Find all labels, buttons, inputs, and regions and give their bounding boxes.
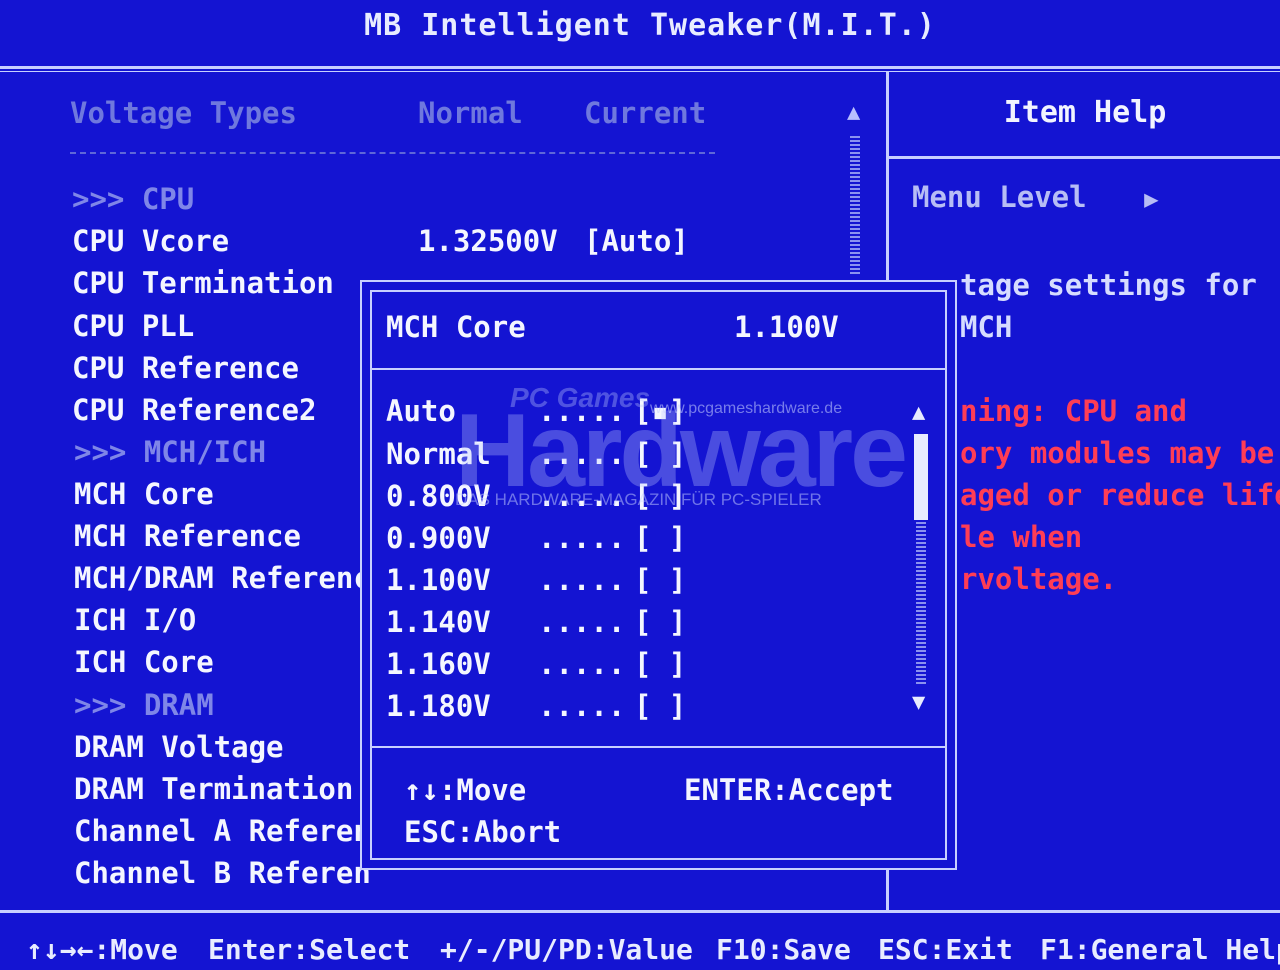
cpu-vcore-current[interactable]: [Auto]	[584, 220, 689, 262]
section-mch-ich: >>> MCH/ICH	[74, 435, 267, 469]
option-dots: .....	[538, 394, 626, 428]
footer-exit: ESC:Exit	[878, 933, 1013, 966]
cpu-vcore-normal: 1.32500V	[418, 224, 558, 258]
item-channel-b-reference[interactable]: Channel B Referen	[74, 852, 371, 894]
popup-help-abort: ESC:Abort	[404, 815, 562, 849]
col-current: Current	[584, 96, 707, 130]
option-dots: .....	[538, 479, 626, 513]
scrollbar-thumb[interactable]	[914, 434, 928, 520]
footer-general-help: F1:General Help	[1040, 933, 1280, 966]
option-mark: [ ]	[634, 521, 687, 555]
footer-move: ↑↓→←:Move	[26, 933, 178, 966]
item-help-title: Item Help	[1003, 95, 1167, 130]
scroll-up-arrow-icon[interactable]: ▲	[912, 400, 925, 425]
header-separator	[70, 152, 715, 154]
warning-line: rvoltage.	[960, 562, 1118, 596]
item-mch-dram-reference[interactable]: MCH/DRAM Referenc	[74, 557, 371, 599]
col-voltage-types: Voltage Types	[70, 96, 297, 130]
item-mch-core[interactable]: MCH Core	[74, 473, 214, 515]
option-mark: [ ]	[634, 647, 687, 681]
popup-title: MCH Core	[386, 310, 526, 344]
footer-select: Enter:Select	[208, 933, 411, 966]
option-mark: [ ]	[634, 479, 687, 513]
option-mark: [ ]	[634, 689, 687, 723]
option-label[interactable]: Normal	[386, 433, 491, 475]
popup-help-accept: ENTER:Accept	[684, 773, 894, 807]
item-ich-core[interactable]: ICH Core	[74, 641, 214, 683]
popup-help-move: ↑↓:Move	[404, 773, 527, 807]
option-dots: .....	[538, 689, 626, 723]
option-label[interactable]: 1.140V	[386, 601, 491, 643]
item-mch-reference[interactable]: MCH Reference	[74, 515, 301, 557]
option-label[interactable]: 0.800V	[386, 475, 491, 517]
option-label[interactable]: 1.160V	[386, 643, 491, 685]
item-cpu-pll[interactable]: CPU PLL	[72, 305, 194, 347]
triangle-right-icon: ▶	[1144, 185, 1159, 213]
option-dots: .....	[538, 647, 626, 681]
item-dram-voltage[interactable]: DRAM Voltage	[74, 726, 284, 768]
popup-title-value: 1.100V	[734, 310, 839, 344]
help-title-divider	[889, 156, 1280, 159]
option-dots: .....	[538, 605, 626, 639]
col-normal: Normal	[418, 96, 523, 130]
item-cpu-termination[interactable]: CPU Termination	[72, 262, 334, 304]
footer-save: F10:Save	[716, 933, 851, 966]
help-text-line: MCH	[960, 310, 1013, 344]
menu-level: Menu Level ▶	[912, 180, 1159, 214]
menu-level-label: Menu Level	[912, 180, 1087, 214]
warning-line: ory modules may be	[960, 436, 1275, 470]
item-cpu-reference[interactable]: CPU Reference	[72, 347, 299, 389]
help-text-line: tage settings for	[960, 268, 1257, 302]
item-cpu-vcore[interactable]: CPU Vcore	[72, 220, 229, 262]
section-cpu: >>> CPU	[72, 182, 195, 216]
warning-line: aged or reduce life	[960, 478, 1280, 512]
scroll-up-arrow-icon[interactable]: ▲	[847, 100, 860, 125]
warning-line: le when	[960, 520, 1083, 554]
top-border	[0, 66, 1280, 69]
popup-separator	[372, 368, 945, 370]
option-dots: .....	[538, 521, 626, 555]
option-selected-mark: [▪]	[634, 394, 687, 428]
item-dram-termination[interactable]: DRAM Termination	[74, 768, 353, 810]
footer-hints: ↑↓→←:Move Enter:Select +/-/PU/PD:Value F…	[0, 930, 1280, 970]
option-label[interactable]: 0.900V	[386, 517, 491, 559]
bottom-border	[0, 910, 1280, 913]
section-dram: >>> DRAM	[74, 688, 214, 722]
scroll-down-arrow-icon[interactable]: ▼	[912, 690, 925, 715]
option-label[interactable]: 1.100V	[386, 559, 491, 601]
mch-core-popup[interactable]: MCH Core 1.100V Auto ..... [▪] Normal ..…	[360, 280, 957, 870]
item-cpu-reference2[interactable]: CPU Reference2	[72, 389, 316, 431]
item-ich-io[interactable]: ICH I/O	[74, 599, 196, 641]
option-dots: .....	[538, 563, 626, 597]
option-label[interactable]: 1.180V	[386, 685, 491, 727]
option-mark: [ ]	[634, 605, 687, 639]
footer-value: +/-/PU/PD:Value	[440, 933, 693, 966]
popup-scrollbar[interactable]: ▲ ▼	[910, 400, 932, 720]
top-border-inner	[0, 71, 1280, 72]
left-scrollbar[interactable]: ▲	[846, 100, 864, 275]
option-mark: [ ]	[634, 437, 687, 471]
scrollbar-track[interactable]	[850, 134, 860, 274]
popup-separator	[372, 746, 945, 748]
warning-line: ning: CPU and	[960, 394, 1187, 428]
item-channel-a-reference[interactable]: Channel A Referen	[74, 810, 371, 852]
option-dots: .....	[538, 437, 626, 471]
option-label[interactable]: Auto	[386, 390, 456, 432]
screen-title: MB Intelligent Tweaker(M.I.T.)	[364, 8, 936, 43]
option-mark: [ ]	[634, 563, 687, 597]
